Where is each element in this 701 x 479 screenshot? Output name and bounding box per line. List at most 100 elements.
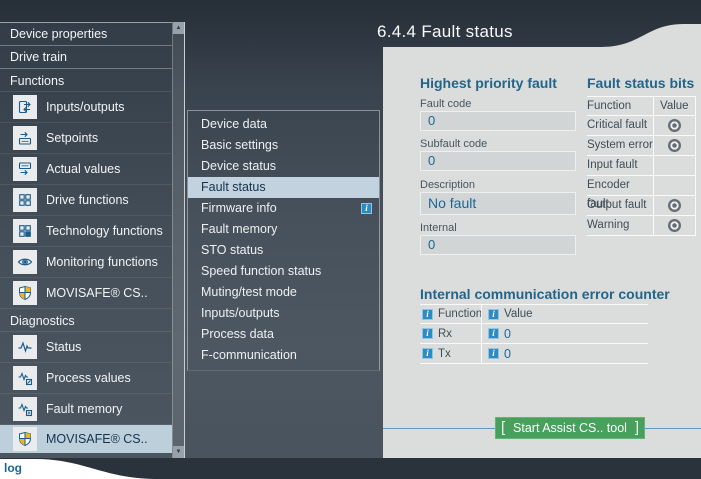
column-header-value: Value [504, 308, 533, 320]
actual-values-icon [13, 157, 37, 181]
sidebar-item-label: MOVISAFE® CS.. [46, 432, 148, 446]
scroll-up-icon[interactable] [173, 22, 184, 34]
sidebar-item-process-values[interactable]: Process values [0, 363, 172, 394]
fault-status-panel: Highest priority fault Fault code 0 Subf… [383, 47, 701, 458]
menu-item-label: Basic settings [201, 135, 278, 156]
info-icon[interactable]: i [422, 348, 433, 359]
menu-item-muting-test-mode[interactable]: Muting/test mode [188, 282, 379, 303]
sidebar-item-label: Monitoring functions [46, 255, 158, 269]
menu-item-inputs-outputs[interactable]: Inputs/outputs [188, 303, 379, 324]
sidebar-scrollbar[interactable] [172, 22, 185, 458]
sidebar-section-diagnostics: Diagnostics [0, 309, 172, 332]
subfault-code-field[interactable]: 0 [420, 151, 576, 171]
info-icon[interactable]: i [488, 309, 499, 320]
menu-item-fault-memory[interactable]: Fault memory [188, 219, 379, 240]
fault-bit-value-cell [653, 176, 696, 196]
sidebar-item-label: Process values [46, 371, 131, 385]
menu-item-sto-status[interactable]: STO status [188, 240, 379, 261]
internal-label: Internal [420, 222, 457, 234]
menu-item-f-communication[interactable]: F-communication [188, 345, 379, 366]
log-tab[interactable]: log [4, 461, 22, 475]
info-icon[interactable]: i [488, 348, 499, 359]
menu-item-process-data[interactable]: Process data [188, 324, 379, 345]
column-header-function: Function [438, 308, 482, 320]
menu-item-device-data[interactable]: Device data [188, 114, 379, 135]
sidebar-item-label: Setpoints [46, 131, 98, 145]
fault-bit-label: Output fault [587, 196, 653, 216]
sidebar-item-label: Actual values [46, 162, 120, 176]
tx-label: Tx [438, 348, 451, 360]
menu-item-label: Inputs/outputs [201, 303, 280, 324]
subfault-code-label: Subfault code [420, 138, 487, 150]
status-indicator-icon [668, 119, 681, 132]
menu-item-firmware-info[interactable]: Firmware info i [188, 198, 379, 219]
menu-item-label: F-communication [201, 345, 297, 366]
sidebar-item-status[interactable]: Status [0, 332, 172, 363]
fault-memory-icon [13, 397, 37, 421]
sidebar-item-label: Fault memory [46, 402, 122, 416]
status-indicator-icon [668, 139, 681, 152]
internal-field[interactable]: 0 [420, 235, 576, 255]
comm-error-counter-table: i Function i Value i Rx i 0 i Tx i 0 [420, 304, 648, 364]
fault-bit-label: Input fault [587, 156, 653, 176]
sidebar-item-actual-values[interactable]: Actual values [0, 154, 172, 185]
sidebar-item-drive-functions[interactable]: Drive functions [0, 185, 172, 216]
fault-bit-value-cell [653, 216, 696, 236]
log-wave [0, 454, 210, 479]
menu-item-label: Device status [201, 156, 276, 177]
menu-item-basic-settings[interactable]: Basic settings [188, 135, 379, 156]
info-icon[interactable]: i [361, 203, 372, 214]
menu-item-label: Process data [201, 324, 274, 345]
column-header-function: Function [587, 96, 653, 116]
description-field[interactable]: No fault [420, 192, 576, 215]
rx-label: Rx [438, 328, 452, 340]
menu-item-device-status[interactable]: Device status [188, 156, 379, 177]
info-icon[interactable]: i [422, 309, 433, 320]
menu-item-label: Speed function status [201, 261, 321, 282]
fault-status-bits-table: Function Value Critical fault System err… [587, 96, 696, 236]
status-indicator-icon [668, 199, 681, 212]
tx-value: 0 [504, 347, 511, 361]
page-title: 6.4.4 Fault status [377, 22, 513, 42]
menu-item-speed-function-status[interactable]: Speed function status [188, 261, 379, 282]
sidebar-item-movisafe[interactable]: MOVISAFE® CS.. [0, 278, 172, 309]
info-icon[interactable]: i [422, 328, 433, 339]
column-header-value: Value [653, 96, 696, 116]
fault-code-field[interactable]: 0 [420, 111, 576, 131]
menu-item-label: Fault status [201, 177, 266, 198]
fault-bit-label: Encoder fault [587, 176, 653, 196]
fault-bit-label: Warning [587, 216, 653, 236]
sidebar-item-device-properties[interactable]: Device properties [0, 23, 172, 46]
sidebar-item-label: MOVISAFE® CS.. [46, 286, 148, 300]
sidebar-item-movisafe-diagnostics[interactable]: MOVISAFE® CS.. [0, 425, 172, 453]
fault-status-bits-heading: Fault status bits [587, 75, 694, 91]
sidebar-item-drive-train[interactable]: Drive train [0, 46, 172, 69]
fault-bit-value-cell [653, 116, 696, 136]
start-assist-tool-button[interactable]: Start Assist CS.. tool [495, 417, 645, 439]
comm-error-counter-heading: Internal communication error counter [420, 286, 670, 302]
sidebar-item-monitoring-functions[interactable]: Monitoring functions [0, 247, 172, 278]
technology-functions-icon [13, 219, 37, 243]
sidebar: Device properties Drive train Functions … [0, 22, 172, 458]
menu-item-label: Firmware info [201, 198, 277, 219]
sidebar-item-inputs-outputs[interactable]: Inputs/outputs [0, 92, 172, 123]
description-label: Description [420, 179, 475, 191]
menu-item-fault-status[interactable]: Fault status [188, 177, 379, 198]
process-values-icon [13, 366, 37, 390]
info-icon[interactable]: i [488, 328, 499, 339]
sidebar-item-technology-functions[interactable]: Technology functions [0, 216, 172, 247]
device-submenu: Device data Basic settings Device status… [187, 110, 380, 371]
safety-shield-icon [13, 427, 37, 451]
sidebar-item-label: Inputs/outputs [46, 100, 125, 114]
status-pulse-icon [13, 335, 37, 359]
sidebar-item-fault-memory[interactable]: Fault memory [0, 394, 172, 425]
drive-functions-icon [13, 188, 37, 212]
sidebar-item-label: Status [46, 340, 81, 354]
status-indicator-icon [668, 219, 681, 232]
menu-item-label: Device data [201, 114, 267, 135]
sidebar-item-label: Technology functions [46, 224, 163, 238]
sidebar-item-setpoints[interactable]: Setpoints [0, 123, 172, 154]
fault-bit-label: Critical fault [587, 116, 653, 136]
fault-code-label: Fault code [420, 98, 471, 110]
menu-item-label: STO status [201, 240, 263, 261]
